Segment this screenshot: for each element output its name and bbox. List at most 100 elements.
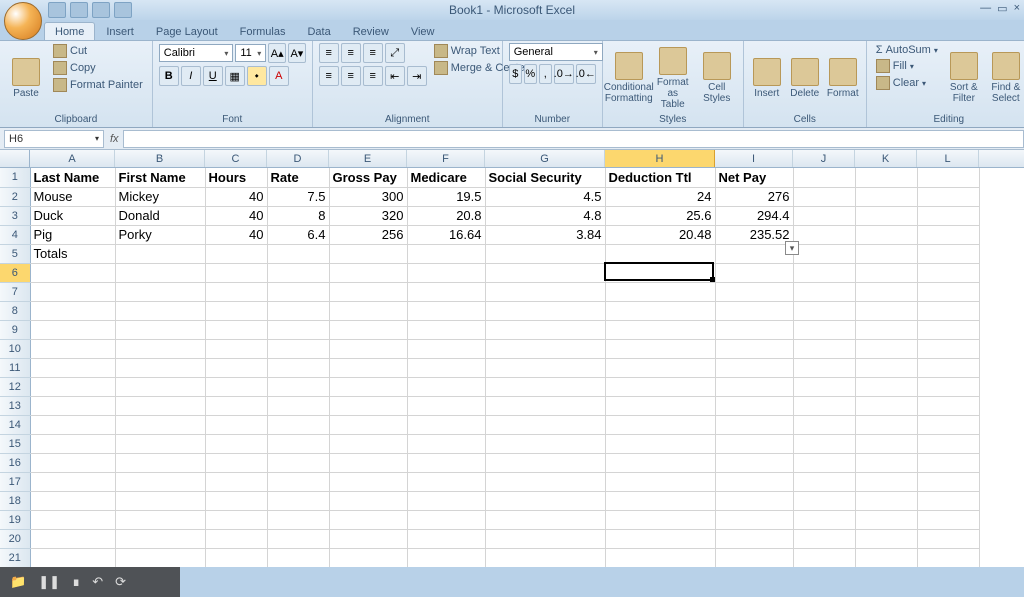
- cell[interactable]: [793, 377, 855, 396]
- cell[interactable]: [793, 301, 855, 320]
- cell[interactable]: [30, 415, 115, 434]
- cell[interactable]: [917, 434, 979, 453]
- cell[interactable]: [329, 472, 407, 491]
- cell[interactable]: [267, 396, 329, 415]
- font-name-combo[interactable]: Calibri▾: [159, 44, 234, 62]
- copy-button[interactable]: Copy: [50, 60, 146, 76]
- cell[interactable]: [115, 529, 205, 548]
- row-header[interactable]: 7: [0, 282, 30, 301]
- cell[interactable]: [715, 377, 793, 396]
- cell[interactable]: [30, 396, 115, 415]
- cell[interactable]: [605, 415, 715, 434]
- name-box[interactable]: H6▾: [4, 130, 104, 148]
- align-middle-button[interactable]: ≡: [341, 43, 361, 63]
- cell[interactable]: [267, 510, 329, 529]
- cell[interactable]: 300: [329, 187, 407, 206]
- cell[interactable]: [115, 339, 205, 358]
- cell[interactable]: [267, 358, 329, 377]
- cell[interactable]: [485, 263, 605, 282]
- comma-button[interactable]: ,: [539, 64, 552, 84]
- cell[interactable]: [485, 529, 605, 548]
- fill-button[interactable]: Fill▾: [873, 58, 941, 74]
- cell[interactable]: [917, 225, 979, 244]
- cell[interactable]: [407, 415, 485, 434]
- cell[interactable]: Duck: [30, 206, 115, 225]
- cell[interactable]: [407, 396, 485, 415]
- minimize-button[interactable]: —: [980, 2, 991, 15]
- cell[interactable]: [267, 339, 329, 358]
- cell[interactable]: [30, 529, 115, 548]
- find-select-button[interactable]: Find & Select: [987, 43, 1024, 113]
- decrease-decimal-button[interactable]: .0←: [576, 64, 596, 84]
- cell[interactable]: [917, 187, 979, 206]
- row-header[interactable]: 18: [0, 491, 30, 510]
- row-header[interactable]: 4: [0, 225, 30, 244]
- cell[interactable]: [855, 377, 917, 396]
- cell[interactable]: [205, 510, 267, 529]
- format-as-table-button[interactable]: Format as Table: [653, 43, 693, 113]
- media-folder-icon[interactable]: 📁: [10, 574, 26, 590]
- cell[interactable]: [407, 358, 485, 377]
- cell[interactable]: Gross Pay: [329, 168, 407, 187]
- cell[interactable]: [329, 434, 407, 453]
- cell[interactable]: [205, 339, 267, 358]
- cell[interactable]: [715, 510, 793, 529]
- cell[interactable]: [267, 472, 329, 491]
- row-header[interactable]: 15: [0, 434, 30, 453]
- cell[interactable]: [855, 415, 917, 434]
- formula-input[interactable]: [123, 130, 1024, 148]
- cell[interactable]: [30, 282, 115, 301]
- cell[interactable]: [115, 301, 205, 320]
- cell[interactable]: [329, 339, 407, 358]
- bold-button[interactable]: B: [159, 66, 179, 86]
- cell[interactable]: [605, 548, 715, 567]
- cell[interactable]: [793, 472, 855, 491]
- cell[interactable]: [115, 548, 205, 567]
- media-loop-icon[interactable]: ⟳: [115, 574, 126, 590]
- cell[interactable]: [855, 225, 917, 244]
- cell[interactable]: [115, 472, 205, 491]
- cell[interactable]: [407, 491, 485, 510]
- media-stop-icon[interactable]: ∎: [72, 574, 80, 590]
- cell[interactable]: [917, 358, 979, 377]
- column-header-C[interactable]: C: [205, 150, 267, 167]
- column-header-K[interactable]: K: [855, 150, 917, 167]
- cell[interactable]: [485, 301, 605, 320]
- cell[interactable]: 40: [205, 225, 267, 244]
- cell-styles-button[interactable]: Cell Styles: [697, 43, 737, 113]
- cell[interactable]: [793, 282, 855, 301]
- cell[interactable]: [205, 282, 267, 301]
- media-pause-icon[interactable]: ❚❚: [38, 574, 60, 590]
- fx-icon[interactable]: fx: [110, 133, 119, 145]
- cell[interactable]: 7.5: [267, 187, 329, 206]
- cell[interactable]: Mouse: [30, 187, 115, 206]
- cell[interactable]: [407, 320, 485, 339]
- cell[interactable]: 3.84: [485, 225, 605, 244]
- cell[interactable]: [407, 339, 485, 358]
- paste-button[interactable]: Paste: [6, 43, 46, 113]
- cell[interactable]: [267, 377, 329, 396]
- qat-redo-icon[interactable]: [92, 2, 110, 18]
- cell[interactable]: [407, 282, 485, 301]
- cell[interactable]: [485, 453, 605, 472]
- cell[interactable]: 8: [267, 206, 329, 225]
- number-format-combo[interactable]: General▾: [509, 43, 603, 61]
- tab-insert[interactable]: Insert: [95, 22, 145, 40]
- cell[interactable]: [205, 244, 267, 263]
- cell[interactable]: 16.64: [407, 225, 485, 244]
- cell[interactable]: [605, 320, 715, 339]
- cell[interactable]: [205, 320, 267, 339]
- qat-save-icon[interactable]: [48, 2, 66, 18]
- autosum-button[interactable]: ΣAutoSum▾: [873, 43, 941, 57]
- cell[interactable]: [205, 434, 267, 453]
- cell[interactable]: [605, 358, 715, 377]
- cell[interactable]: [855, 320, 917, 339]
- clear-button[interactable]: Clear▾: [873, 75, 941, 91]
- tab-data[interactable]: Data: [296, 22, 341, 40]
- cell[interactable]: [30, 320, 115, 339]
- fill-color-button[interactable]: ⬩: [247, 66, 267, 86]
- select-all-corner[interactable]: [0, 150, 30, 167]
- cell[interactable]: [855, 472, 917, 491]
- row-header[interactable]: 2: [0, 187, 30, 206]
- cell[interactable]: Net Pay: [715, 168, 793, 187]
